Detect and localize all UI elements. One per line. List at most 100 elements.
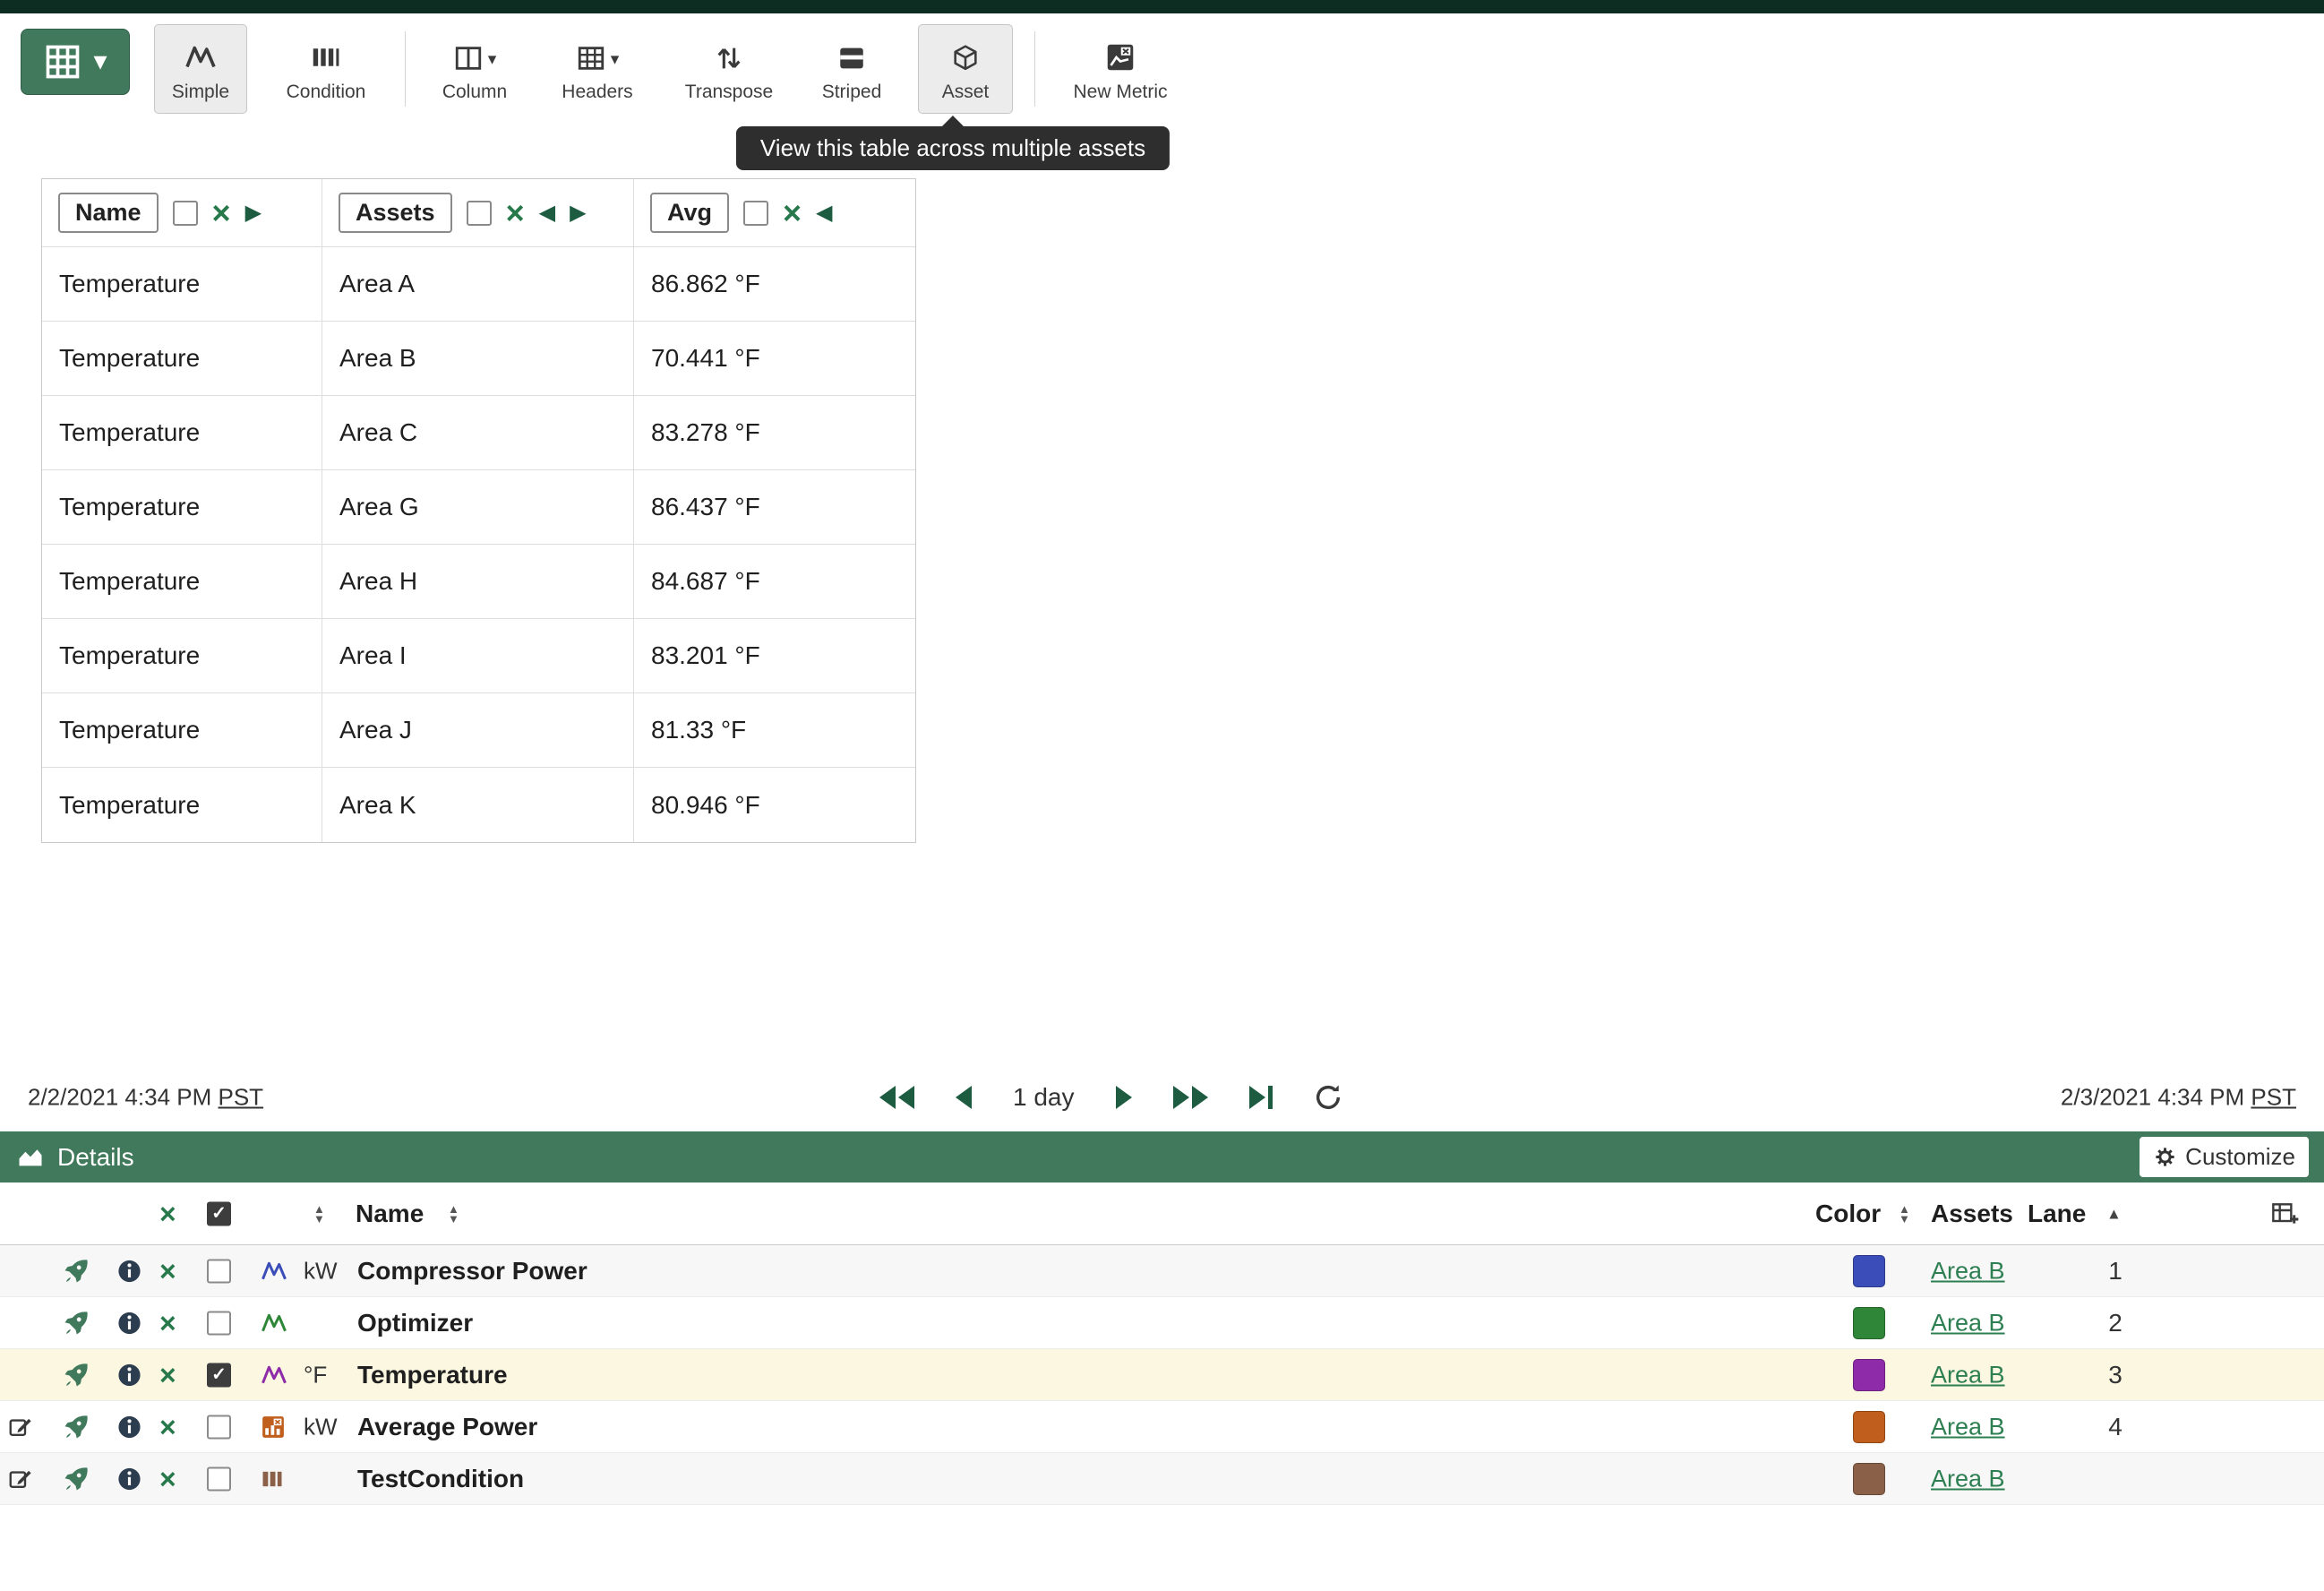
color-swatch[interactable] [1853,1463,1885,1495]
signal-icon [260,1310,288,1337]
asset-link[interactable]: Area B [1931,1309,2005,1337]
details-column-assets[interactable]: Assets [1931,1200,2013,1228]
color-swatch[interactable] [1853,1307,1885,1339]
table-row: Temperature Area K 80.946 °F [42,768,915,842]
move-column-right-icon[interactable]: ▶ [245,202,262,224]
move-column-right-icon[interactable]: ▶ [570,202,586,224]
color-swatch[interactable] [1853,1411,1885,1443]
asset-link[interactable]: Area B [1931,1257,2005,1285]
toolbar-button-simple[interactable]: Simple [154,24,247,114]
item-checkbox[interactable]: ✓ [207,1363,231,1387]
remove-item-icon[interactable]: × [159,1361,176,1389]
info-icon[interactable] [116,1310,142,1336]
table-view-menu-button[interactable]: ▾ [21,29,130,95]
timezone-link[interactable]: PST [2251,1084,2296,1111]
color-swatch[interactable] [1853,1359,1885,1391]
toolbar-divider [405,31,406,107]
cell-asset: Area I [322,619,634,693]
rocket-icon[interactable] [63,1258,90,1285]
details-row-average-power[interactable]: × kW Average Power Area B 4 [0,1401,2324,1453]
item-name[interactable]: TestCondition [357,1465,524,1493]
item-name[interactable]: Compressor Power [357,1257,587,1286]
area-chart-icon [15,1144,46,1171]
details-column-lane[interactable]: Lane [2028,1200,2086,1228]
rocket-icon[interactable] [63,1414,90,1440]
details-column-name[interactable]: Name [356,1200,424,1228]
rocket-icon[interactable] [63,1362,90,1389]
avg-column-checkbox[interactable] [743,201,768,226]
remove-column-icon[interactable]: × [212,197,231,229]
toolbar-button-asset[interactable]: Asset [918,24,1013,114]
toolbar-button-transpose[interactable]: Transpose [673,24,785,114]
duration-label[interactable]: 1 day [1013,1083,1075,1112]
asset-link[interactable]: Area B [1931,1361,2005,1389]
sort-name-icon[interactable]: ▲▼ [448,1204,459,1224]
assets-column-checkbox[interactable] [467,201,492,226]
toolbar-button-condition[interactable]: Condition [269,24,383,114]
item-checkbox[interactable] [207,1259,231,1283]
toolbar-button-headers[interactable]: ▾ Headers [544,24,651,114]
item-name[interactable]: Optimizer [357,1309,473,1337]
avg-column-box[interactable]: Avg [650,193,729,233]
info-icon[interactable] [116,1466,142,1492]
item-checkbox[interactable] [207,1415,231,1439]
asset-link[interactable]: Area B [1931,1413,2005,1440]
toolbar-button-label: New Metric [1073,82,1167,103]
details-table-header: × ✓ ▲▼ Name ▲▼ Color ▲▼ Assets Lane ▲ [0,1182,2324,1245]
details-row-optimizer[interactable]: × Optimizer Area B 2 [0,1297,2324,1349]
table-row: Temperature Area H 84.687 °F [42,545,915,619]
select-all-checkbox[interactable]: ✓ [207,1201,231,1226]
remove-column-icon[interactable]: × [506,197,525,229]
move-column-left-icon[interactable]: ◀ [816,202,832,224]
toolbar-button-new-metric[interactable]: New Metric [1057,24,1184,114]
range-end-date[interactable]: 2/3/2021 4:34 PM PST [2061,1084,2296,1112]
toolbar-button-column[interactable]: ▾ Column [427,24,522,114]
sort-selection-icon[interactable]: ▲▼ [313,1204,325,1224]
customize-button[interactable]: Customize [2140,1137,2309,1177]
remove-item-icon[interactable]: × [159,1465,176,1493]
step-back-half-icon[interactable] [956,1086,972,1109]
item-name[interactable]: Average Power [357,1413,537,1441]
sort-color-icon[interactable]: ▲▼ [1899,1204,1910,1224]
table-row: Temperature Area J 81.33 °F [42,693,915,768]
timezone-link[interactable]: PST [219,1084,264,1111]
remove-item-icon[interactable]: × [159,1257,176,1286]
remove-item-icon[interactable]: × [159,1413,176,1441]
name-column-checkbox[interactable] [173,201,198,226]
details-row-testcondition[interactable]: × TestCondition Area B [0,1453,2324,1505]
edit-icon[interactable] [7,1466,34,1492]
details-column-color[interactable]: Color [1815,1200,1881,1228]
info-icon[interactable] [116,1362,142,1388]
step-to-now-icon[interactable] [1249,1086,1273,1109]
step-forward-half-icon[interactable] [1116,1086,1132,1109]
add-column-icon[interactable] [2270,1200,2299,1228]
item-name[interactable]: Temperature [357,1361,508,1389]
move-column-left-icon[interactable]: ◀ [539,202,555,224]
refresh-icon[interactable] [1314,1083,1342,1112]
lane-sort-asc-icon[interactable]: ▲ [2106,1206,2122,1221]
remove-column-icon[interactable]: × [783,197,802,229]
rocket-icon[interactable] [63,1310,90,1337]
item-checkbox[interactable] [207,1311,231,1335]
details-row-temperature[interactable]: × ✓ °F Temperature Area B 3 [0,1349,2324,1401]
edit-icon[interactable] [7,1414,34,1440]
remove-item-icon[interactable]: × [159,1309,176,1337]
remove-selected-icon[interactable]: × [159,1200,176,1228]
cell-name: Temperature [42,545,322,619]
asset-link[interactable]: Area B [1931,1465,2005,1492]
toolbar-button-striped[interactable]: Striped [807,24,896,114]
tooltip-text: View this table across multiple assets [760,134,1145,161]
rocket-icon[interactable] [63,1466,90,1492]
info-icon[interactable] [116,1414,142,1440]
item-checkbox[interactable] [207,1466,231,1491]
assets-column-box[interactable]: Assets [339,193,452,233]
range-start-date[interactable]: 2/2/2021 4:34 PM PST [28,1084,263,1112]
details-row-compressor-power[interactable]: × kW Compressor Power Area B 1 [0,1245,2324,1297]
color-swatch[interactable] [1853,1255,1885,1287]
name-column-box[interactable]: Name [58,193,159,233]
step-forward-full-icon[interactable] [1173,1086,1208,1109]
cell-avg: 86.862 °F [634,247,915,322]
cell-asset: Area A [322,247,634,322]
step-back-full-icon[interactable] [879,1086,914,1109]
info-icon[interactable] [116,1258,142,1284]
